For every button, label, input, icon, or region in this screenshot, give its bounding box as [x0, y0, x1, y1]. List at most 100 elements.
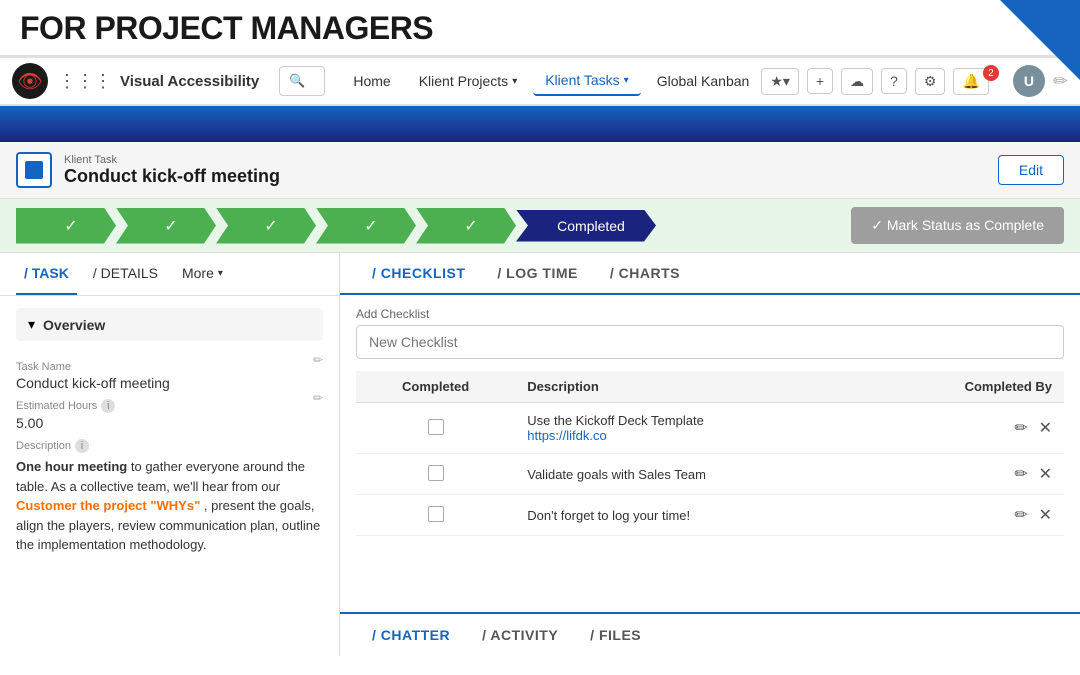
checklist-checkbox-3[interactable] [428, 506, 444, 522]
breadcrumb-bar [0, 106, 1080, 142]
tab-chatter[interactable]: / CHATTER [356, 615, 466, 655]
estimated-hours-edit-icon[interactable]: ✏ [313, 391, 323, 405]
eye-icon: 👁 [17, 69, 42, 94]
desc-orange: Customer the project "WHYs" [16, 498, 200, 513]
tab-details[interactable]: / DETAILS [85, 253, 166, 295]
desc-bold: One hour meeting [16, 459, 127, 474]
nav-item-global-kanban[interactable]: Global Kanban [645, 67, 762, 95]
right-panel: / CHECKLIST / LOG TIME / CHARTS Add Chec… [340, 253, 1080, 656]
nav-links: Home Klient Projects ▾ Klient Tasks ▾ Gl… [341, 66, 761, 96]
right-content: Add Checklist Completed Description Comp… [340, 295, 1080, 612]
bell-icon: 🔔 [962, 73, 979, 90]
left-panel: / TASK / DETAILS More ▾ ▾ Overview Task … [0, 253, 340, 656]
pipeline-step-1[interactable]: ✓ [16, 208, 116, 244]
task-name-edit-icon[interactable]: ✏ [313, 353, 323, 367]
tab-more[interactable]: More ▾ [174, 253, 231, 295]
checklist-table: Completed Description Completed By Use t… [356, 371, 1064, 536]
pipeline-step-5[interactable]: ✓ [416, 208, 516, 244]
header-completed: Completed [356, 371, 515, 403]
pipeline-step-completed[interactable]: Completed [516, 210, 656, 242]
checklist-link-1[interactable]: https://lifdk.co [527, 428, 857, 443]
right-tabs: / CHECKLIST / LOG TIME / CHARTS [340, 253, 1080, 295]
checklist-desc-2: Validate goals with Sales Team [527, 467, 857, 482]
add-button[interactable]: + [807, 68, 833, 94]
checklist-row: Validate goals with Sales Team ✏ ✕ [356, 454, 1064, 495]
add-checklist-input[interactable] [356, 325, 1064, 359]
checklist-checkbox-2[interactable] [428, 465, 444, 481]
gear-icon: ⚙ [924, 73, 937, 90]
tab-checklist[interactable]: / CHECKLIST [356, 253, 481, 295]
task-title-group: Klient Task Conduct kick-off meeting [64, 154, 280, 187]
top-banner: FOR PROJECT MANAGERS [0, 0, 1080, 58]
pipeline-step-4[interactable]: ✓ [316, 208, 416, 244]
nav-item-klient-tasks[interactable]: Klient Tasks ▾ [533, 66, 640, 96]
nav-item-klient-projects[interactable]: Klient Projects ▾ [407, 67, 530, 95]
estimated-hours-value: 5.00 [16, 415, 115, 431]
task-header: Klient Task Conduct kick-off meeting Edi… [0, 142, 1080, 199]
settings-button[interactable]: ⚙ [915, 68, 946, 95]
checklist-edit-icon-1[interactable]: ✏ [1014, 420, 1027, 437]
star-button[interactable]: ★▾ [761, 68, 799, 95]
checklist-desc-1: Use the Kickoff Deck Template [527, 413, 857, 428]
header-completed-by: Completed By [869, 371, 1064, 403]
bottom-tabs: / CHATTER / ACTIVITY / FILES [340, 612, 1080, 656]
info-icon: i [75, 439, 89, 453]
checklist-delete-icon-2[interactable]: ✕ [1039, 466, 1052, 483]
overview-section[interactable]: ▾ Overview [16, 308, 323, 341]
chevron-down-icon: ▾ [624, 75, 629, 86]
notifications-container: 🔔 2 [953, 68, 1004, 95]
checklist-checkbox-cell [356, 403, 515, 454]
checklist-delete-icon-3[interactable]: ✕ [1039, 507, 1052, 524]
tab-task[interactable]: / TASK [16, 253, 77, 295]
add-checklist-label: Add Checklist [356, 307, 1064, 321]
left-tabs: / TASK / DETAILS More ▾ [0, 253, 339, 296]
chevron-down-icon: ▾ [512, 76, 517, 87]
app-logo[interactable]: 👁 [12, 63, 48, 99]
chevron-down-icon: ▾ [218, 268, 223, 279]
search-container: 🔍 [279, 66, 325, 96]
chevron-down-icon: ▾ [28, 316, 35, 333]
description-label: Description i [16, 439, 323, 453]
task-breadcrumb: Klient Task [64, 154, 280, 166]
grid-icon[interactable]: ⋮⋮⋮ [58, 71, 112, 92]
task-title: Conduct kick-off meeting [64, 166, 280, 187]
overview-label: Overview [43, 317, 105, 333]
app-name: Visual Accessibility [120, 73, 259, 90]
pipeline-step-2[interactable]: ✓ [116, 208, 216, 244]
left-content: ▾ Overview Task Name Conduct kick-off me… [0, 296, 339, 656]
add-icon: + [816, 73, 824, 89]
mark-complete-button[interactable]: ✓ Mark Status as Complete [851, 207, 1064, 244]
checklist-delete-icon-1[interactable]: ✕ [1039, 420, 1052, 437]
tab-charts[interactable]: / CHARTS [594, 253, 696, 295]
task-name-value: Conduct kick-off meeting [16, 375, 170, 391]
cloud-icon: ☁ [850, 73, 864, 90]
estimated-hours-field: Estimated Hours i 5.00 ✏ [16, 391, 323, 431]
help-icon: ? [890, 73, 898, 89]
checklist-row: Don't forget to log your time! ✏ ✕ [356, 495, 1064, 536]
nav-item-home[interactable]: Home [341, 67, 402, 95]
help-button[interactable]: ? [881, 68, 907, 94]
tab-files[interactable]: / FILES [574, 615, 657, 655]
pipeline: ✓ ✓ ✓ ✓ ✓ Completed ✓ Mark Status as Com… [0, 199, 1080, 253]
star-icon: ★▾ [770, 73, 790, 90]
checklist-edit-icon-2[interactable]: ✏ [1014, 466, 1027, 483]
tab-log-time[interactable]: / LOG TIME [481, 253, 593, 295]
task-name-field: Task Name Conduct kick-off meeting ✏ [16, 353, 323, 391]
task-header-left: Klient Task Conduct kick-off meeting [16, 152, 280, 188]
banner-triangle [1000, 0, 1080, 80]
checklist-checkbox-cell [356, 495, 515, 536]
task-icon-box [16, 152, 52, 188]
checklist-row: Use the Kickoff Deck Template https://li… [356, 403, 1064, 454]
tab-activity[interactable]: / ACTIVITY [466, 615, 574, 655]
cloud-button[interactable]: ☁ [841, 68, 873, 95]
pipeline-step-3[interactable]: ✓ [216, 208, 316, 244]
checklist-checkbox-cell [356, 454, 515, 495]
description-text: One hour meeting to gather everyone arou… [16, 457, 323, 555]
checklist-checkbox-1[interactable] [428, 419, 444, 435]
header-description: Description [515, 371, 869, 403]
task-name-label: Task Name [16, 361, 170, 373]
checklist-edit-icon-3[interactable]: ✏ [1014, 507, 1027, 524]
task-icon [25, 161, 43, 179]
edit-button[interactable]: Edit [998, 155, 1064, 185]
checklist-actions-1: ✏ ✕ [869, 403, 1064, 454]
